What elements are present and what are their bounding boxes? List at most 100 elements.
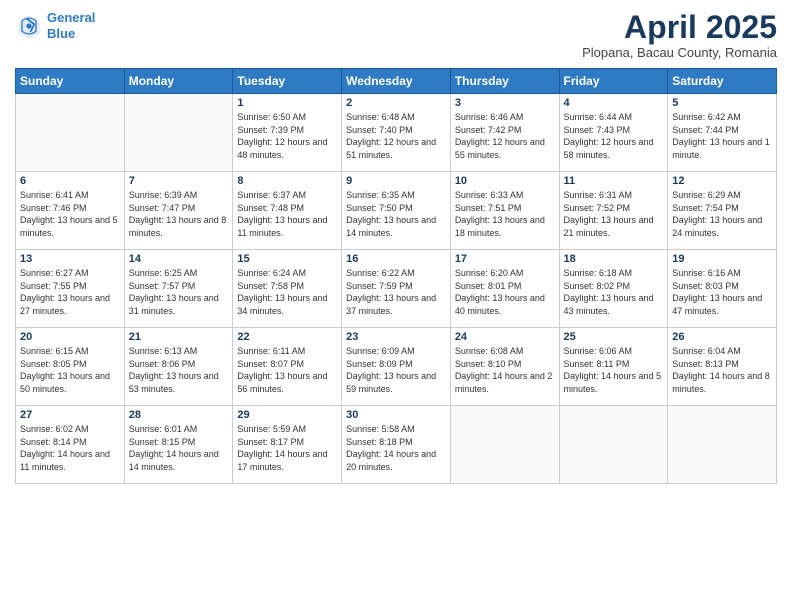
header: General Blue April 2025 Plopana, Bacau C… <box>15 10 777 60</box>
calendar-cell: 30 Sunrise: 5:58 AMSunset: 8:18 PMDaylig… <box>342 406 451 484</box>
day-number: 11 <box>564 175 664 187</box>
calendar-cell: 15 Sunrise: 6:24 AMSunset: 7:58 PMDaylig… <box>233 250 342 328</box>
calendar-cell: 26 Sunrise: 6:04 AMSunset: 8:13 PMDaylig… <box>668 328 777 406</box>
calendar-cell: 21 Sunrise: 6:13 AMSunset: 8:06 PMDaylig… <box>124 328 233 406</box>
calendar-cell: 1 Sunrise: 6:50 AMSunset: 7:39 PMDayligh… <box>233 94 342 172</box>
day-info: Sunrise: 6:22 AMSunset: 7:59 PMDaylight:… <box>346 268 436 316</box>
day-number: 4 <box>564 97 664 109</box>
calendar-cell: 28 Sunrise: 6:01 AMSunset: 8:15 PMDaylig… <box>124 406 233 484</box>
calendar-cell: 16 Sunrise: 6:22 AMSunset: 7:59 PMDaylig… <box>342 250 451 328</box>
day-info: Sunrise: 6:09 AMSunset: 8:09 PMDaylight:… <box>346 346 436 394</box>
col-saturday: Saturday <box>668 69 777 94</box>
calendar-cell: 18 Sunrise: 6:18 AMSunset: 8:02 PMDaylig… <box>559 250 668 328</box>
title-block: April 2025 Plopana, Bacau County, Romani… <box>582 10 777 60</box>
day-number: 27 <box>20 409 120 421</box>
calendar-week-4: 27 Sunrise: 6:02 AMSunset: 8:14 PMDaylig… <box>16 406 777 484</box>
day-info: Sunrise: 6:37 AMSunset: 7:48 PMDaylight:… <box>237 190 327 238</box>
calendar-cell: 14 Sunrise: 6:25 AMSunset: 7:57 PMDaylig… <box>124 250 233 328</box>
calendar-week-3: 20 Sunrise: 6:15 AMSunset: 8:05 PMDaylig… <box>16 328 777 406</box>
day-info: Sunrise: 6:16 AMSunset: 8:03 PMDaylight:… <box>672 268 762 316</box>
day-info: Sunrise: 6:35 AMSunset: 7:50 PMDaylight:… <box>346 190 436 238</box>
day-number: 7 <box>129 175 229 187</box>
day-number: 12 <box>672 175 772 187</box>
day-number: 13 <box>20 253 120 265</box>
day-number: 26 <box>672 331 772 343</box>
subtitle: Plopana, Bacau County, Romania <box>582 45 777 60</box>
col-sunday: Sunday <box>16 69 125 94</box>
calendar-cell: 17 Sunrise: 6:20 AMSunset: 8:01 PMDaylig… <box>450 250 559 328</box>
calendar-cell: 10 Sunrise: 6:33 AMSunset: 7:51 PMDaylig… <box>450 172 559 250</box>
day-info: Sunrise: 6:08 AMSunset: 8:10 PMDaylight:… <box>455 346 553 394</box>
day-info: Sunrise: 6:33 AMSunset: 7:51 PMDaylight:… <box>455 190 545 238</box>
day-number: 30 <box>346 409 446 421</box>
calendar-cell: 24 Sunrise: 6:08 AMSunset: 8:10 PMDaylig… <box>450 328 559 406</box>
calendar-cell: 23 Sunrise: 6:09 AMSunset: 8:09 PMDaylig… <box>342 328 451 406</box>
calendar-cell: 29 Sunrise: 5:59 AMSunset: 8:17 PMDaylig… <box>233 406 342 484</box>
day-number: 20 <box>20 331 120 343</box>
logo-icon <box>15 12 43 40</box>
calendar-cell: 4 Sunrise: 6:44 AMSunset: 7:43 PMDayligh… <box>559 94 668 172</box>
logo-blue: Blue <box>47 26 75 41</box>
calendar-cell: 11 Sunrise: 6:31 AMSunset: 7:52 PMDaylig… <box>559 172 668 250</box>
day-number: 19 <box>672 253 772 265</box>
day-info: Sunrise: 6:41 AMSunset: 7:46 PMDaylight:… <box>20 190 118 238</box>
calendar-cell: 12 Sunrise: 6:29 AMSunset: 7:54 PMDaylig… <box>668 172 777 250</box>
calendar-cell: 2 Sunrise: 6:48 AMSunset: 7:40 PMDayligh… <box>342 94 451 172</box>
calendar-cell: 13 Sunrise: 6:27 AMSunset: 7:55 PMDaylig… <box>16 250 125 328</box>
logo: General Blue <box>15 10 95 41</box>
calendar-cell <box>124 94 233 172</box>
day-number: 3 <box>455 97 555 109</box>
page: General Blue April 2025 Plopana, Bacau C… <box>0 0 792 612</box>
calendar-cell: 20 Sunrise: 6:15 AMSunset: 8:05 PMDaylig… <box>16 328 125 406</box>
day-info: Sunrise: 6:04 AMSunset: 8:13 PMDaylight:… <box>672 346 770 394</box>
calendar-cell <box>450 406 559 484</box>
calendar-week-0: 1 Sunrise: 6:50 AMSunset: 7:39 PMDayligh… <box>16 94 777 172</box>
day-info: Sunrise: 6:18 AMSunset: 8:02 PMDaylight:… <box>564 268 654 316</box>
main-title: April 2025 <box>582 10 777 45</box>
day-info: Sunrise: 6:25 AMSunset: 7:57 PMDaylight:… <box>129 268 219 316</box>
day-info: Sunrise: 6:44 AMSunset: 7:43 PMDaylight:… <box>564 112 654 160</box>
day-number: 5 <box>672 97 772 109</box>
calendar-cell: 9 Sunrise: 6:35 AMSunset: 7:50 PMDayligh… <box>342 172 451 250</box>
calendar-cell: 8 Sunrise: 6:37 AMSunset: 7:48 PMDayligh… <box>233 172 342 250</box>
day-number: 10 <box>455 175 555 187</box>
calendar-cell: 7 Sunrise: 6:39 AMSunset: 7:47 PMDayligh… <box>124 172 233 250</box>
day-info: Sunrise: 6:39 AMSunset: 7:47 PMDaylight:… <box>129 190 227 238</box>
day-info: Sunrise: 6:11 AMSunset: 8:07 PMDaylight:… <box>237 346 327 394</box>
calendar-week-2: 13 Sunrise: 6:27 AMSunset: 7:55 PMDaylig… <box>16 250 777 328</box>
calendar-cell: 19 Sunrise: 6:16 AMSunset: 8:03 PMDaylig… <box>668 250 777 328</box>
day-number: 18 <box>564 253 664 265</box>
logo-text: General Blue <box>47 10 95 41</box>
day-info: Sunrise: 6:02 AMSunset: 8:14 PMDaylight:… <box>20 424 110 472</box>
day-number: 29 <box>237 409 337 421</box>
day-info: Sunrise: 6:50 AMSunset: 7:39 PMDaylight:… <box>237 112 327 160</box>
day-number: 1 <box>237 97 337 109</box>
day-info: Sunrise: 6:01 AMSunset: 8:15 PMDaylight:… <box>129 424 219 472</box>
day-number: 17 <box>455 253 555 265</box>
day-number: 23 <box>346 331 446 343</box>
col-monday: Monday <box>124 69 233 94</box>
day-info: Sunrise: 6:13 AMSunset: 8:06 PMDaylight:… <box>129 346 219 394</box>
day-info: Sunrise: 6:48 AMSunset: 7:40 PMDaylight:… <box>346 112 436 160</box>
calendar-week-1: 6 Sunrise: 6:41 AMSunset: 7:46 PMDayligh… <box>16 172 777 250</box>
day-info: Sunrise: 6:42 AMSunset: 7:44 PMDaylight:… <box>672 112 770 160</box>
col-thursday: Thursday <box>450 69 559 94</box>
calendar-cell: 27 Sunrise: 6:02 AMSunset: 8:14 PMDaylig… <box>16 406 125 484</box>
day-number: 25 <box>564 331 664 343</box>
day-info: Sunrise: 6:31 AMSunset: 7:52 PMDaylight:… <box>564 190 654 238</box>
calendar-cell: 5 Sunrise: 6:42 AMSunset: 7:44 PMDayligh… <box>668 94 777 172</box>
col-tuesday: Tuesday <box>233 69 342 94</box>
day-number: 24 <box>455 331 555 343</box>
calendar-cell: 22 Sunrise: 6:11 AMSunset: 8:07 PMDaylig… <box>233 328 342 406</box>
day-info: Sunrise: 6:29 AMSunset: 7:54 PMDaylight:… <box>672 190 762 238</box>
day-number: 16 <box>346 253 446 265</box>
day-info: Sunrise: 6:27 AMSunset: 7:55 PMDaylight:… <box>20 268 110 316</box>
day-number: 15 <box>237 253 337 265</box>
day-number: 28 <box>129 409 229 421</box>
col-wednesday: Wednesday <box>342 69 451 94</box>
logo-general: General <box>47 10 95 25</box>
day-number: 14 <box>129 253 229 265</box>
day-info: Sunrise: 5:59 AMSunset: 8:17 PMDaylight:… <box>237 424 327 472</box>
col-friday: Friday <box>559 69 668 94</box>
day-number: 2 <box>346 97 446 109</box>
